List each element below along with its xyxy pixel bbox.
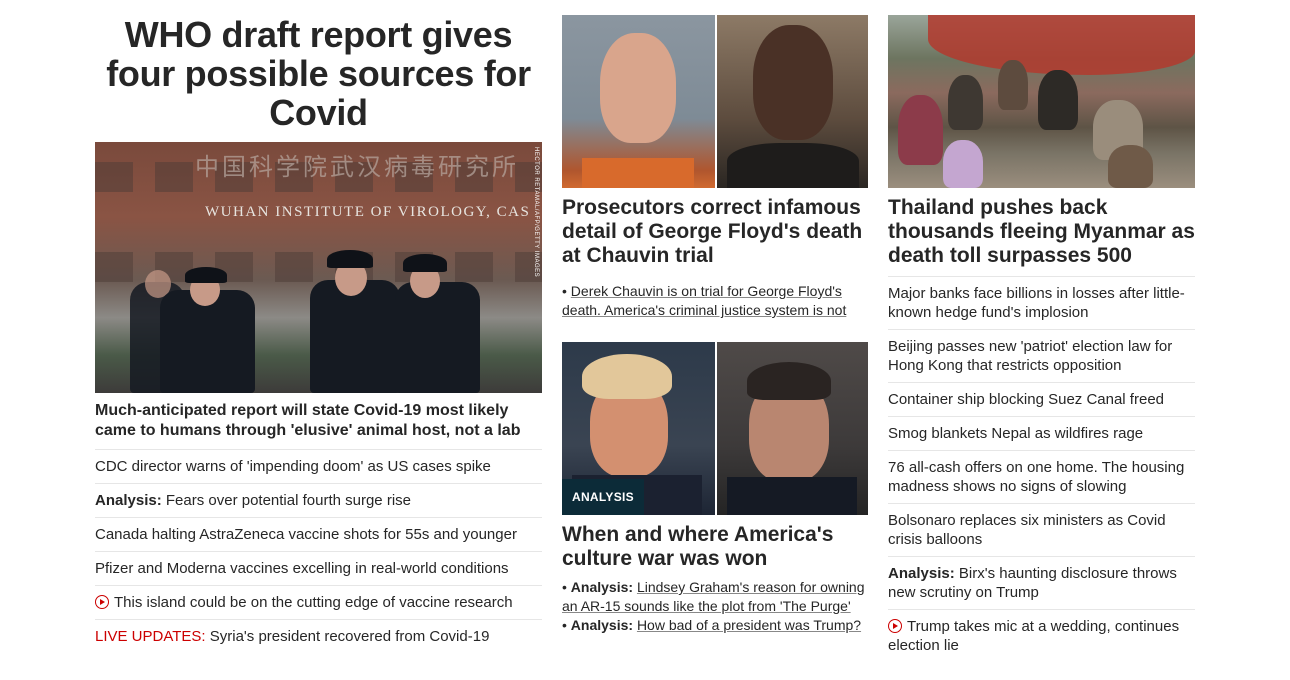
chauvin-floyd-image[interactable] [562,15,868,188]
list-item[interactable]: Container ship blocking Suez Canal freed [888,382,1195,416]
person-shape [1108,145,1153,188]
list-item[interactable]: Bolsonaro replaces six ministers as Covi… [888,503,1195,556]
building-sign: WUHAN INSTITUTE OF VIROLOGY, CAS [205,204,531,220]
list-item[interactable]: Beijing passes new 'patriot' election la… [888,329,1195,382]
list-item[interactable]: Trump takes mic at a wedding, continues … [888,609,1195,662]
culture-war-headline[interactable]: When and where America's culture war was… [562,515,868,571]
list-item[interactable]: Major banks face billions in losses afte… [888,276,1195,329]
list-item-text: Bolsonaro replaces six ministers as Covi… [888,512,1166,548]
person-shape [1038,70,1078,130]
list-item-text: 76 all-cash offers on one home. The hous… [888,459,1185,495]
person-figure [310,280,400,393]
lead-image[interactable]: 中国科学院武汉病毒研究所 WUHAN INSTITUTE OF VIROLOGY… [95,142,542,393]
list-item[interactable]: Analysis: Fears over potential fourth su… [95,483,542,517]
photo-right [715,15,868,188]
list-item-text: Smog blankets Nepal as wildfires rage [888,425,1144,442]
list-item-text: Pfizer and Moderna vaccines excelling in… [95,560,509,577]
lead-headline[interactable]: WHO draft report gives four possible sou… [95,15,542,142]
face-shape [753,25,833,140]
building-characters: 中国科学院武汉病毒研究所 [195,154,519,181]
dark-shirt [727,143,859,188]
person-cap [185,267,227,283]
right-column: Thailand pushes back thousands fleeing M… [888,15,1195,662]
play-icon [95,595,109,609]
list-item[interactable]: Smog blankets Nepal as wildfires rage [888,416,1195,450]
list-item-text: Fears over potential fourth surge rise [161,492,411,509]
play-icon [888,619,902,633]
tarp-shape [928,15,1195,75]
person-figure [395,282,480,393]
thailand-image[interactable] [888,15,1195,188]
bullet-text: Derek Chauvin is on trial for George Flo… [562,283,847,318]
list-item-text: Trump takes mic at a wedding, continues … [888,618,1180,654]
mugshot-left [562,15,715,188]
trump-nixon-image[interactable]: ANALYSIS [562,342,868,515]
list-item-text: CDC director warns of 'impending doom' a… [95,458,491,475]
lead-subheadline[interactable]: Much-anticipated report will state Covid… [95,393,542,449]
hair-shape [747,362,831,400]
thailand-headline[interactable]: Thailand pushes back thousands fleeing M… [888,188,1195,276]
live-updates-label: LIVE UPDATES: [95,628,206,645]
chauvin-headline[interactable]: Prosecutors correct infamous detail of G… [562,188,868,288]
list-item-text: Container ship blocking Suez Canal freed [888,391,1164,408]
photo-credit: HECTOR RETAMAL/AFP/GETTY IMAGES [533,147,539,278]
list-item[interactable]: LIVE UPDATES: Syria's president recovere… [95,619,542,653]
list-item[interactable]: Canada halting AstraZeneca vaccine shots… [95,517,542,551]
lead-column: WHO draft report gives four possible sou… [95,15,542,653]
graham-bullet[interactable]: • Analysis: Lindsey Graham's reason for … [562,578,868,616]
person-shape [948,75,983,130]
person-shape [943,140,983,188]
person-shape [998,60,1028,110]
list-item[interactable]: This island could be on the cutting edge… [95,585,542,619]
analysis-label: Analysis: [95,492,162,509]
list-item-text: This island could be on the cutting edge… [114,594,513,611]
list-item[interactable]: CDC director warns of 'impending doom' a… [95,449,542,483]
lead-related-list: CDC director warns of 'impending doom' a… [95,449,542,653]
analysis-badge: ANALYSIS [562,479,644,515]
analysis-label: Analysis: [570,617,634,633]
list-item-text: Canada halting AstraZeneca vaccine shots… [95,526,517,543]
orange-shirt [582,158,694,188]
right-related-list: Major banks face billions in losses afte… [888,276,1195,662]
trump-president-bullet[interactable]: • Analysis: How bad of a president was T… [562,616,868,635]
list-item-text: Syria's president recovered from Covid-1… [205,628,490,645]
list-item[interactable]: Pfizer and Moderna vaccines excelling in… [95,551,542,585]
list-item-text: Beijing passes new 'patriot' election la… [888,338,1173,374]
person-cap [327,250,373,268]
analysis-label: Analysis: [570,579,634,595]
person-shape [898,95,943,165]
person-cap [403,254,447,272]
face-shape [600,33,676,143]
analysis-label: Analysis: [888,565,955,582]
list-item[interactable]: Analysis: Birx's haunting disclosure thr… [888,556,1195,609]
photo-right [715,342,868,515]
suit-shape [727,477,857,515]
middle-column: Prosecutors correct infamous detail of G… [562,15,868,635]
bullet-text: How bad of a president was Trump? [636,617,862,633]
chauvin-bullet[interactable]: • Derek Chauvin is on trial for George F… [562,282,868,320]
hair-shape [582,354,672,399]
list-item-text: Major banks face billions in losses afte… [888,285,1185,321]
list-item[interactable]: 76 all-cash offers on one home. The hous… [888,450,1195,503]
